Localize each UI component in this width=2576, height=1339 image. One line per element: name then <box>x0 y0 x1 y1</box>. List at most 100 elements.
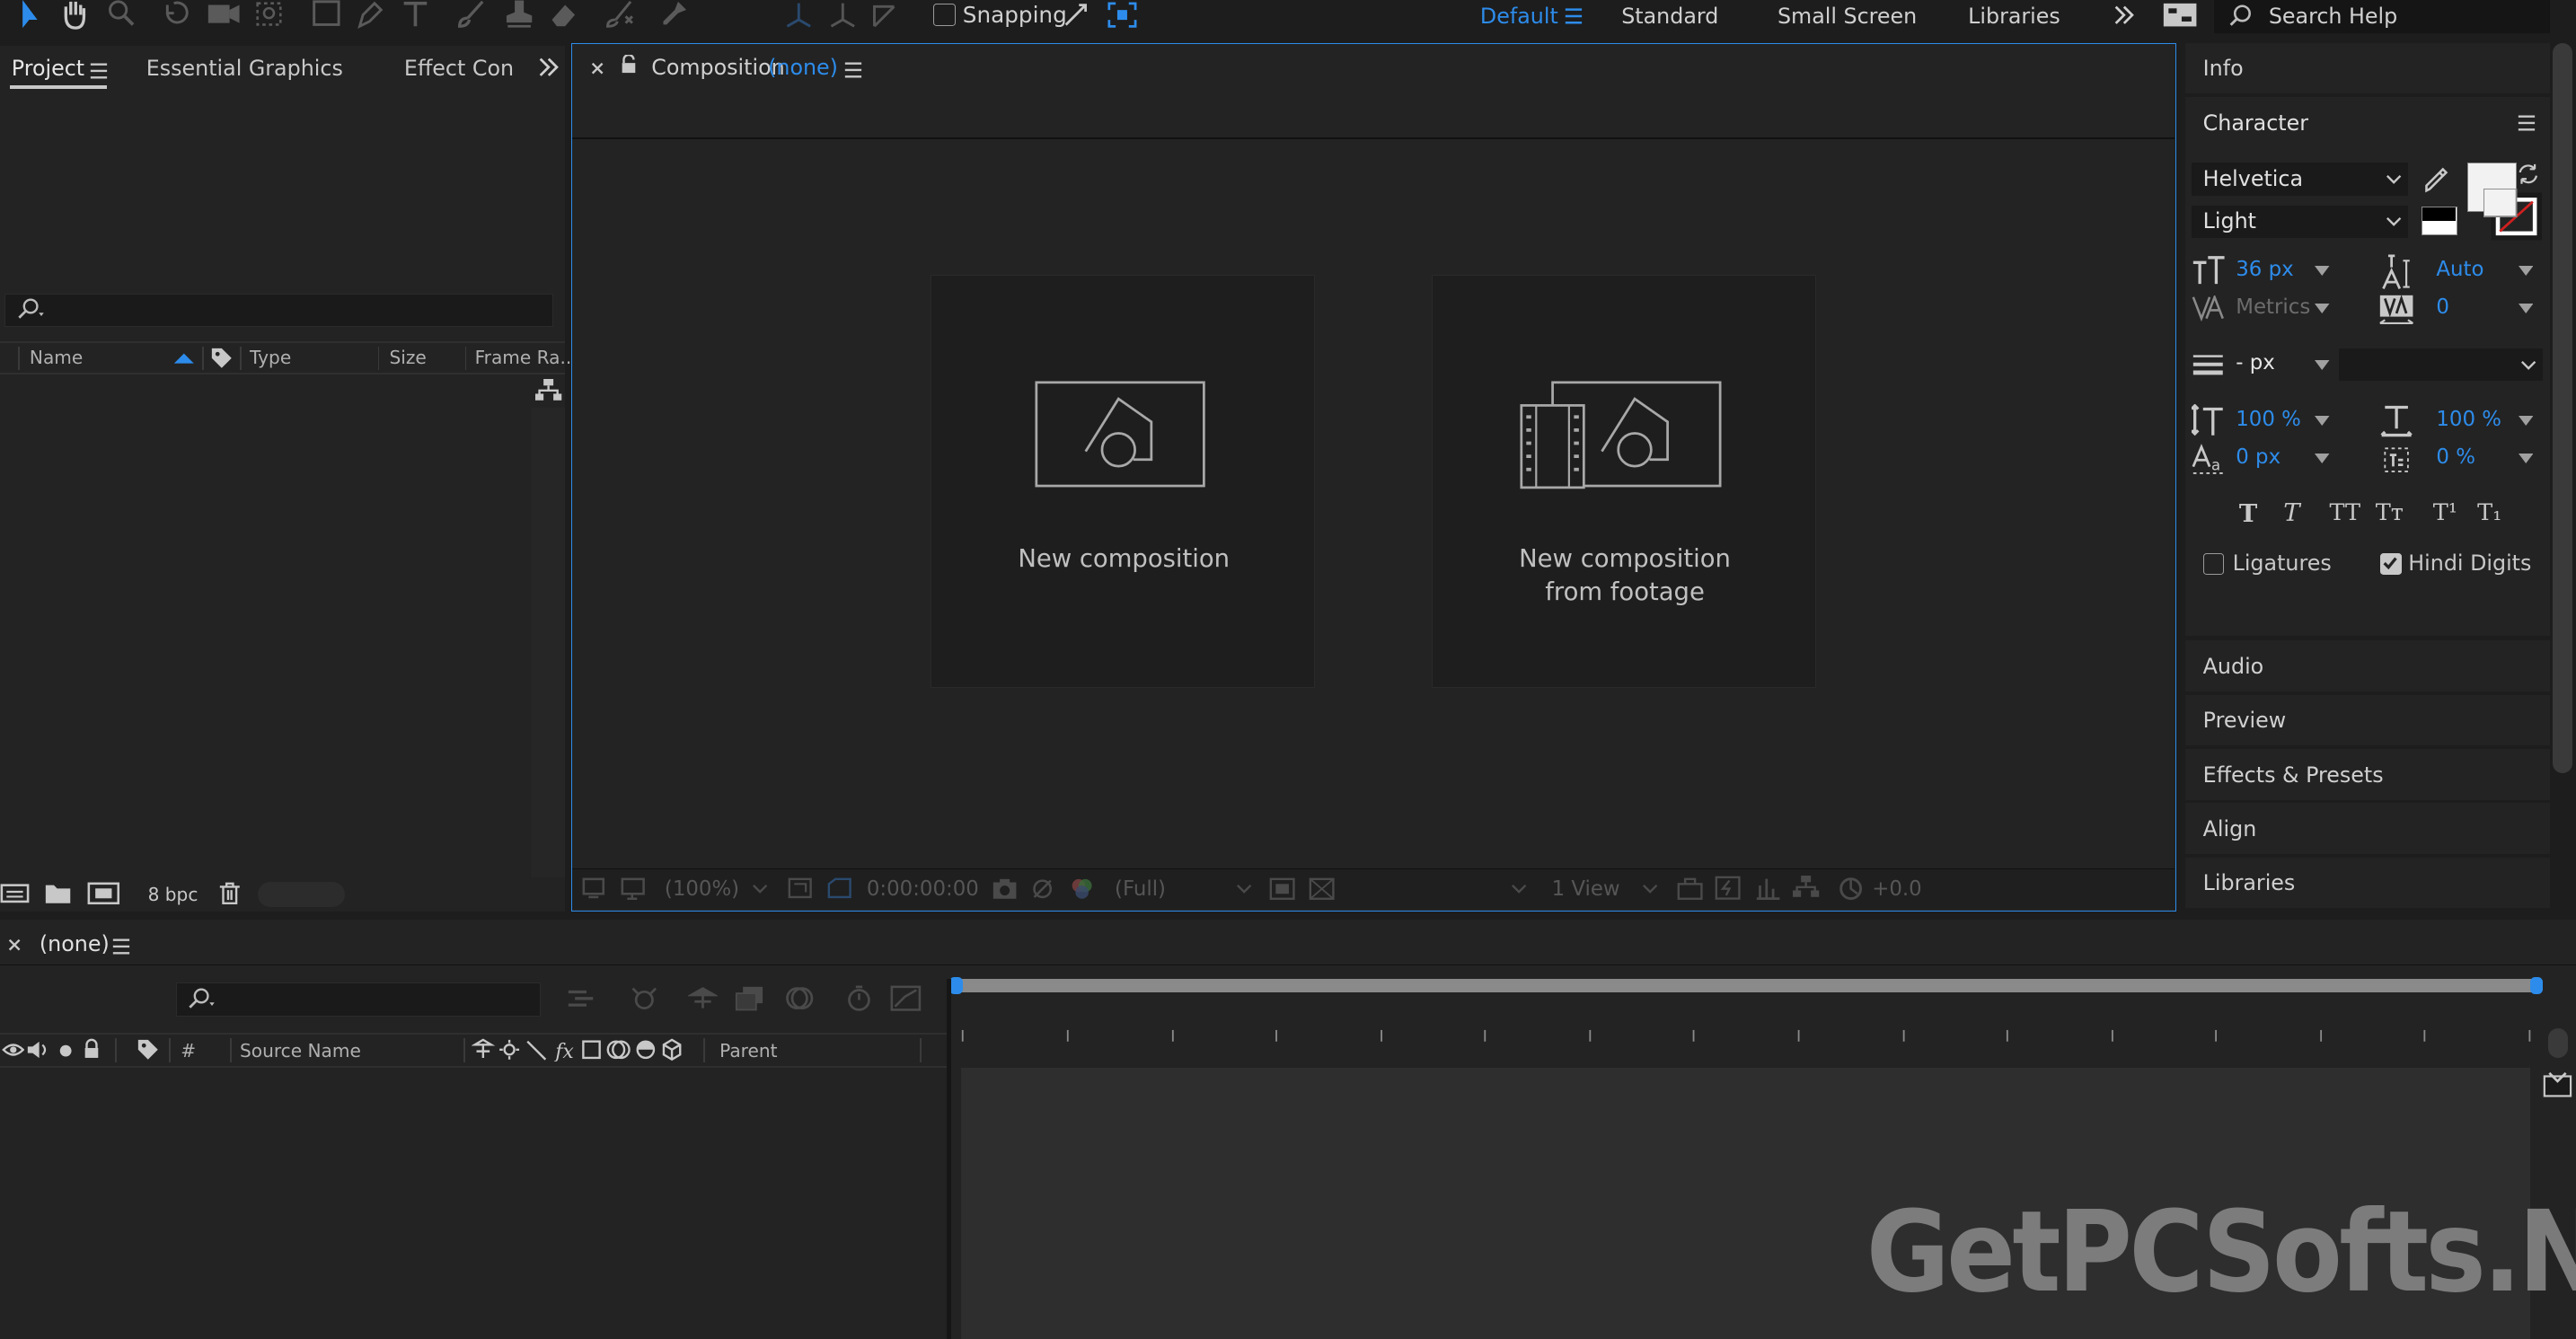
tsume-value[interactable]: 0 % <box>2436 445 2475 469</box>
chevron-down-icon[interactable] <box>2518 266 2534 277</box>
col-source-name[interactable]: Source Name <box>240 1040 361 1062</box>
project-menu-icon[interactable] <box>89 61 109 81</box>
zoom-level[interactable]: (100%) <box>665 877 739 901</box>
libraries-panel-header[interactable]: Libraries <box>2184 857 2550 909</box>
font-style-dropdown[interactable]: Light <box>2191 205 2409 239</box>
monitor-icon[interactable] <box>621 877 647 901</box>
tracking-value[interactable]: 0 <box>2436 295 2449 319</box>
col-name[interactable]: Name <box>30 347 83 368</box>
roto-brush-tool-icon[interactable] <box>603 0 639 30</box>
time-ruler[interactable] <box>949 1009 2546 1050</box>
col-frame-rate[interactable]: Frame Ra... <box>475 347 578 368</box>
brush-tool-icon[interactable] <box>456 0 490 30</box>
superscript-button[interactable]: T¹ <box>2433 499 2457 526</box>
zoom-tool-icon[interactable] <box>105 0 138 30</box>
interpret-footage-icon[interactable] <box>0 882 33 905</box>
motion-blur-icon[interactable] <box>782 985 816 1011</box>
lock-icon[interactable] <box>619 55 639 75</box>
view-layout-dropdown[interactable]: 1 View <box>1552 877 1620 901</box>
baseline-shift-value[interactable]: 0 px <box>2236 445 2280 469</box>
exposure-value[interactable]: +0.0 <box>1872 877 1922 901</box>
region-of-interest-icon[interactable] <box>827 877 853 901</box>
graph-editor-timer-icon[interactable] <box>844 985 874 1012</box>
align-panel-header[interactable]: Align <box>2184 803 2550 855</box>
timeline-icon[interactable] <box>1755 876 1781 900</box>
pan-behind-tool-icon[interactable] <box>254 0 287 30</box>
col-parent[interactable]: Parent <box>719 1040 777 1062</box>
project-search-input[interactable] <box>4 294 554 327</box>
comp-flowchart-icon[interactable] <box>1793 876 1820 899</box>
shy-layers-icon[interactable] <box>688 985 719 1011</box>
sync-settings-icon[interactable] <box>2162 2 2198 28</box>
all-caps-button[interactable]: TT <box>2330 499 2361 526</box>
workspace-standard[interactable]: Standard <box>1621 4 1718 29</box>
composition-menu-icon[interactable] <box>843 60 863 80</box>
tab-project[interactable]: Project <box>12 56 84 81</box>
tab-effect-controls[interactable]: Effect Con <box>404 56 514 81</box>
font-family-dropdown[interactable]: Helvetica <box>2191 163 2409 196</box>
region-toggle-icon[interactable] <box>1269 877 1295 901</box>
workspace-libraries[interactable]: Libraries <box>1968 4 2060 29</box>
chevron-down-icon[interactable] <box>2315 266 2330 277</box>
audio-speaker-icon[interactable] <box>26 1040 49 1060</box>
pen-tool-icon[interactable] <box>355 0 388 30</box>
always-preview-icon[interactable] <box>582 877 608 901</box>
vertical-scale-value[interactable]: 100 % <box>2236 408 2301 431</box>
col-layer-number[interactable]: # <box>181 1040 196 1062</box>
label-tag-icon[interactable] <box>137 1038 160 1062</box>
workspace-small-screen[interactable]: Small Screen <box>1778 4 1917 29</box>
toggle-pixel-aspect-icon[interactable] <box>1677 877 1703 901</box>
stroke-style-dropdown[interactable] <box>2339 348 2544 382</box>
stroke-color-swatch[interactable] <box>2421 207 2458 235</box>
close-tab-icon[interactable] <box>6 937 22 953</box>
transparency-grid-icon[interactable] <box>1309 877 1335 901</box>
composition-tab-name[interactable]: (none) <box>768 55 838 80</box>
chevron-down-icon[interactable] <box>2315 359 2330 370</box>
sort-ascending-icon[interactable] <box>172 350 196 366</box>
chevron-down-icon[interactable] <box>2518 415 2534 426</box>
timeline-vertical-scroll[interactable] <box>2547 1027 2568 1058</box>
right-panel-scrollbar[interactable] <box>2553 42 2573 774</box>
work-area-end-handle[interactable] <box>2529 977 2544 994</box>
show-snapshot-icon[interactable] <box>1029 877 1055 901</box>
comp-mini-flowchart-icon[interactable] <box>567 987 596 1010</box>
work-area-start-handle[interactable] <box>949 977 963 994</box>
new-composition-icon[interactable] <box>87 882 120 905</box>
workspace-menu-icon[interactable] <box>1564 6 1584 26</box>
chevron-down-icon[interactable] <box>752 884 768 894</box>
axis-view-icon[interactable] <box>869 0 903 30</box>
snapping-checkbox[interactable] <box>932 3 957 27</box>
info-panel-header[interactable]: Info <box>2184 42 2550 94</box>
thumbnail-size-slider[interactable] <box>258 882 346 907</box>
timeline-tab-name[interactable]: (none) <box>40 931 110 956</box>
snapping-features-icon[interactable] <box>1107 2 1137 28</box>
lock-icon[interactable] <box>82 1038 101 1060</box>
chevron-down-icon[interactable] <box>2315 415 2330 426</box>
faux-italic-button[interactable]: T <box>2283 499 2299 527</box>
current-timecode[interactable]: 0:00:00:00 <box>867 877 979 901</box>
axis-local-icon[interactable] <box>782 0 816 30</box>
audio-panel-header[interactable]: Audio <box>2184 640 2550 692</box>
new-folder-icon[interactable] <box>44 882 74 905</box>
rotate-tool-icon[interactable] <box>161 0 194 30</box>
timeline-search-input[interactable] <box>175 982 541 1017</box>
search-help-box[interactable]: Search Help <box>2214 0 2550 33</box>
frame-blending-icon[interactable] <box>735 985 764 1011</box>
new-composition-from-footage-card[interactable]: New composition from footage <box>1432 275 1817 688</box>
fast-previews-icon[interactable] <box>1715 876 1741 900</box>
col-type[interactable]: Type <box>250 347 291 368</box>
chevron-down-icon[interactable] <box>2315 304 2330 314</box>
clone-stamp-tool-icon[interactable] <box>501 0 537 30</box>
rectangle-tool-icon[interactable] <box>311 0 344 30</box>
stroke-width-value[interactable]: - px <box>2236 351 2275 374</box>
more-workspaces-icon[interactable] <box>2113 4 2136 27</box>
timeline-split-divider[interactable] <box>946 979 951 1339</box>
close-tab-icon[interactable] <box>589 60 605 76</box>
snapping-edges-icon[interactable] <box>1063 2 1092 28</box>
eyedropper-icon[interactable] <box>2422 164 2451 194</box>
trash-icon[interactable] <box>218 882 242 905</box>
small-caps-button[interactable]: Tт <box>2376 499 2404 526</box>
solo-dot-icon[interactable] <box>57 1043 74 1059</box>
snapshot-camera-icon[interactable] <box>992 877 1018 901</box>
video-eye-icon[interactable] <box>1 1040 25 1060</box>
